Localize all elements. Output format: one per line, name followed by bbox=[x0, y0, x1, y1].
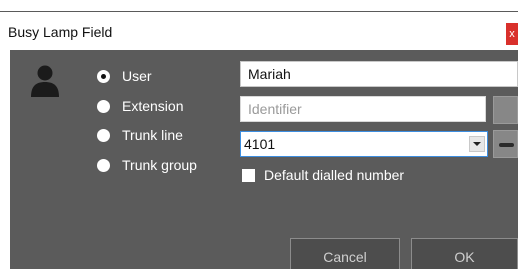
close-button[interactable]: x bbox=[506, 23, 518, 45]
radio-user-label: User bbox=[122, 68, 152, 84]
radio-extension-button[interactable] bbox=[97, 99, 110, 113]
identifier-side-button[interactable] bbox=[493, 96, 518, 124]
radio-trunk-group-label: Trunk group bbox=[122, 157, 197, 173]
dialog-title: Busy Lamp Field bbox=[8, 24, 113, 40]
ok-button[interactable]: OK bbox=[411, 238, 518, 269]
radio-user-button[interactable] bbox=[97, 69, 110, 83]
busy-lamp-field-dialog: Busy Lamp Field x User Extension Trunk l… bbox=[0, 0, 518, 269]
chevron-down-icon bbox=[473, 142, 481, 146]
radio-extension-label: Extension bbox=[122, 98, 184, 114]
combo-dropdown-button[interactable] bbox=[469, 136, 485, 152]
default-dialled-number-label: Default dialled number bbox=[264, 167, 405, 183]
radio-trunk-group[interactable]: Trunk group bbox=[97, 155, 197, 175]
title-bar: Busy Lamp Field x bbox=[0, 0, 518, 50]
minus-icon bbox=[499, 143, 514, 147]
title-divider bbox=[0, 11, 518, 12]
radio-trunk-line-label: Trunk line bbox=[122, 127, 183, 143]
name-input[interactable] bbox=[240, 61, 518, 87]
number-combobox-value: 4101 bbox=[244, 136, 276, 152]
remove-number-button[interactable] bbox=[493, 130, 518, 158]
radio-trunk-line[interactable]: Trunk line bbox=[97, 125, 183, 145]
default-dialled-number-checkbox[interactable]: Default dialled number bbox=[242, 165, 404, 185]
radio-user[interactable]: User bbox=[97, 66, 152, 86]
user-icon bbox=[31, 65, 59, 97]
radio-trunk-group-button[interactable] bbox=[97, 158, 110, 172]
default-dialled-number-box[interactable] bbox=[242, 168, 255, 182]
identifier-input[interactable] bbox=[240, 96, 486, 122]
number-combobox[interactable]: 4101 bbox=[240, 131, 488, 157]
cancel-button[interactable]: Cancel bbox=[290, 238, 400, 269]
radio-extension[interactable]: Extension bbox=[97, 96, 183, 116]
radio-trunk-line-button[interactable] bbox=[97, 128, 110, 142]
